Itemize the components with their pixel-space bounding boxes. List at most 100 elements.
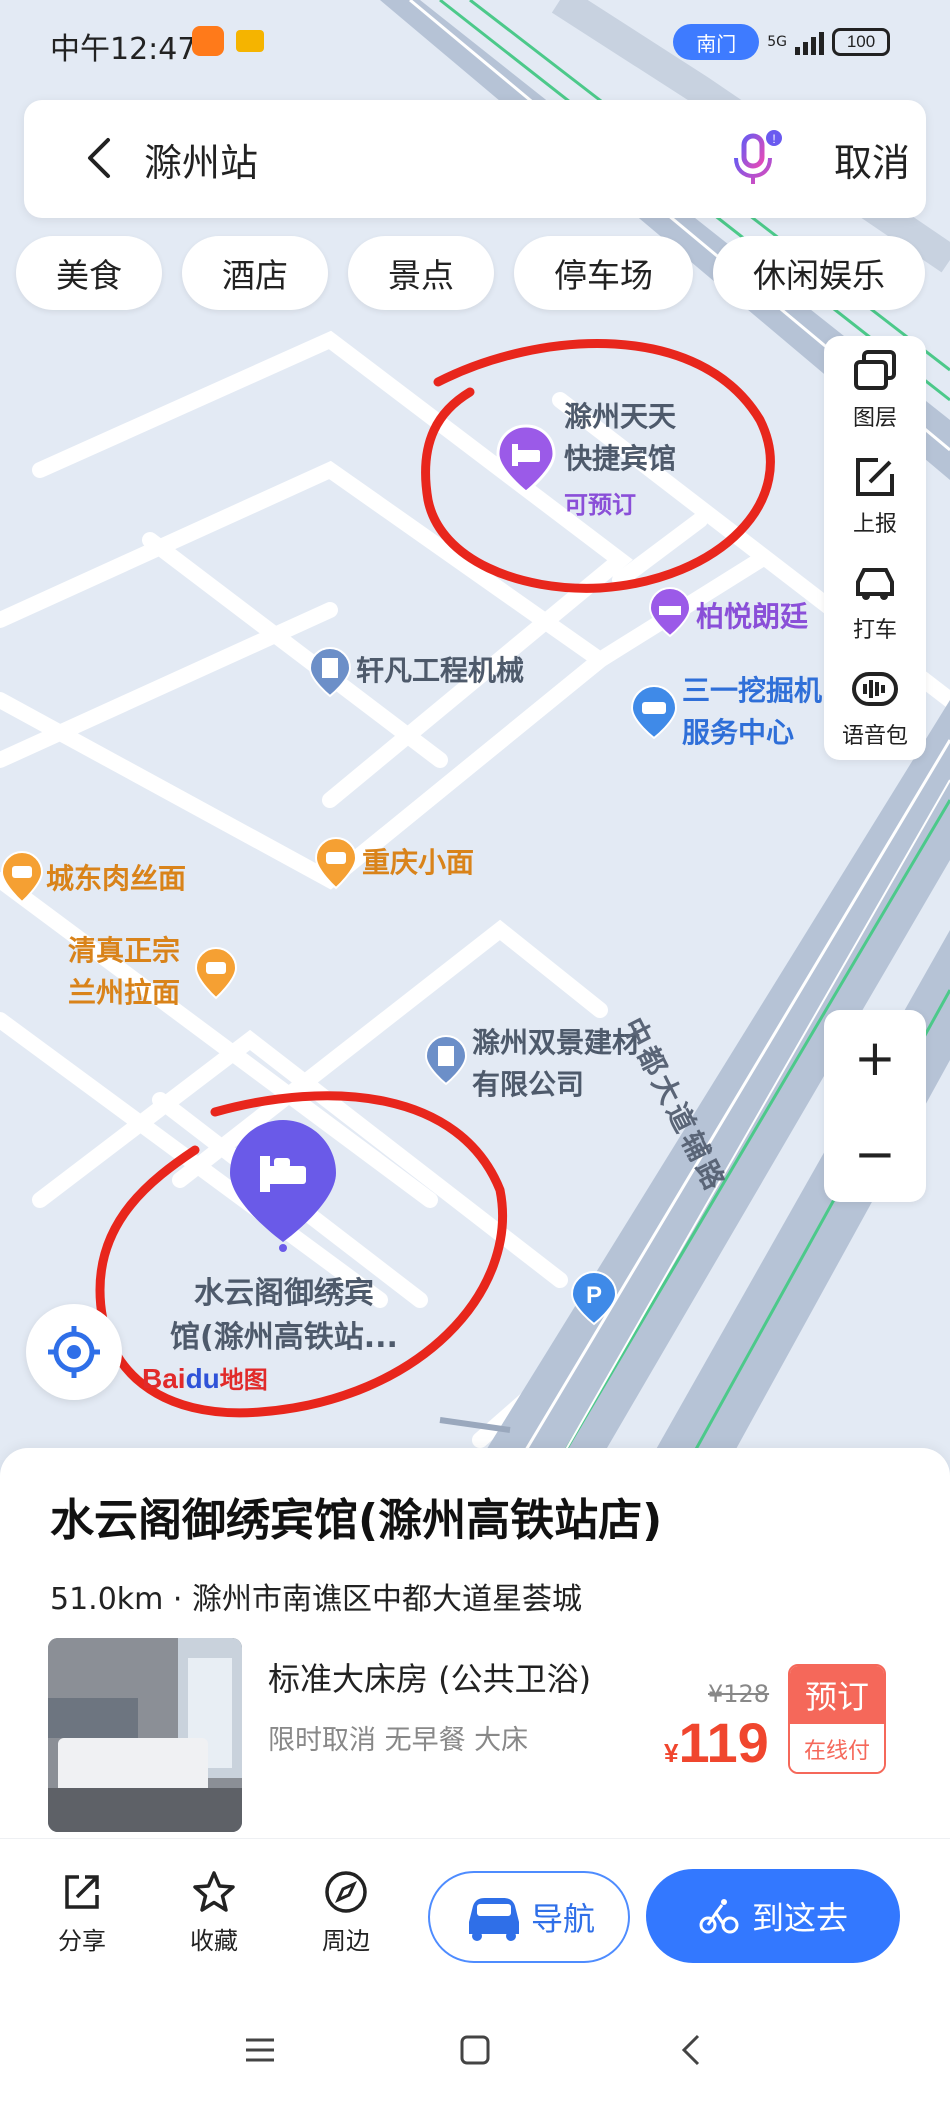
poi-xuanfan[interactable]: 轩凡工程机械 <box>356 650 524 692</box>
layers-label: 图层 <box>852 406 897 431</box>
poi-chongqing[interactable]: 重庆小面 <box>362 842 474 884</box>
zoom-in-button[interactable]: + <box>824 1010 926 1106</box>
currency-symbol: ¥ <box>664 1738 679 1768</box>
category-chip[interactable]: 停车场 <box>514 236 693 310</box>
logo-part: du <box>185 1363 220 1394</box>
poi-boyue[interactable]: 柏悦朗廷 <box>696 596 808 638</box>
hotel-pin-icon[interactable] <box>496 424 556 494</box>
cancel-button[interactable]: 取消 <box>834 132 910 187</box>
poi-shuangjing[interactable]: 滁州双景建材 有限公司 <box>472 1022 640 1106</box>
poi-line: 清真正宗 <box>68 934 181 967</box>
go-here-label: 到这去 <box>751 1899 848 1937</box>
star-icon <box>193 1871 235 1912</box>
navigate-button[interactable]: 导航 <box>428 1871 630 1963</box>
restaurant-pin-icon[interactable] <box>0 850 44 904</box>
status-time: 中午12:47 <box>50 32 197 67</box>
poi-line: 兰州拉面 <box>68 976 181 1009</box>
poi-line: 快捷宾馆 <box>564 442 677 475</box>
current-price: ¥119 <box>664 1710 769 1775</box>
hotel-pin-icon[interactable] <box>648 586 692 638</box>
category-chip[interactable]: 休闲娱乐 <box>713 236 925 310</box>
report-button[interactable]: 上报 <box>824 442 926 548</box>
favorite-label: 收藏 <box>190 1927 238 1955</box>
search-input[interactable]: 滁州站 <box>144 132 258 187</box>
signal-icon <box>795 29 824 55</box>
poi-lanzhou[interactable]: 清真正宗 兰州拉面 <box>68 930 180 1014</box>
search-bar[interactable]: 滁州站 ! 取消 <box>24 100 926 218</box>
map-view[interactable]: 滁州天天快捷宾馆 可预订 柏悦朗廷 轩凡工程机械 三一挖掘机服务中心 城东肉丝面… <box>0 0 950 1460</box>
poi-selected-hotel[interactable]: 水云阁御绣宾 馆(滁州高铁站... <box>164 1272 404 1360</box>
zoom-out-button[interactable]: − <box>824 1106 926 1202</box>
poi-line: 滁州天天 <box>564 400 677 433</box>
network-label: 5G <box>767 34 787 50</box>
back-arrow-icon[interactable] <box>80 136 120 180</box>
zoom-control: + − <box>824 1010 926 1202</box>
room-name[interactable]: 标准大床房 (公共卫浴) <box>268 1654 591 1700</box>
back-icon[interactable] <box>670 2028 714 2072</box>
map-tool-panel: 图层 上报 打车 语音包 <box>824 336 926 760</box>
locate-icon <box>48 1326 100 1378</box>
place-distance-address: 51.0km · 滁州市南谯区中都大道星荟城 <box>50 1582 583 1617</box>
company-pin-icon[interactable] <box>424 1034 468 1086</box>
home-icon[interactable] <box>453 2028 497 2072</box>
original-price: ¥128 <box>708 1680 770 1708</box>
voice-search-icon[interactable]: ! <box>724 126 788 190</box>
category-chip[interactable]: 美食 <box>16 236 162 310</box>
notification-app-icon <box>192 26 224 56</box>
system-navigation-bar <box>0 1988 950 2111</box>
nearby-button[interactable]: 周边 <box>296 1869 396 1956</box>
poi-line: 馆(滁州高铁站... <box>170 1320 398 1355</box>
logo-part: 地图 <box>219 1366 268 1394</box>
menu-icon[interactable] <box>238 2028 282 2072</box>
restaurant-pin-icon[interactable] <box>194 946 238 1000</box>
layers-icon <box>854 350 896 390</box>
car-icon <box>468 1898 519 1941</box>
category-chip[interactable]: 景点 <box>348 236 494 310</box>
poi-hotel-tiantian-name[interactable]: 滁州天天 快捷宾馆 <box>564 396 676 480</box>
company-pin-icon[interactable] <box>308 646 352 698</box>
bicycle-icon <box>699 1899 739 1934</box>
share-button[interactable]: 分享 <box>32 1869 132 1956</box>
place-card[interactable]: 水云阁御绣宾馆(滁州高铁站店) 51.0km · 滁州市南谯区中都大道星荟城 标… <box>0 1448 950 1848</box>
room-image <box>48 1638 242 1832</box>
poi-sany[interactable]: 三一挖掘机 服务中心 <box>682 670 822 754</box>
car-service-pin-icon[interactable] <box>630 684 678 740</box>
favorite-button[interactable]: 收藏 <box>164 1869 264 1956</box>
status-bar: 中午12:47 南门 5G 100 <box>0 0 950 86</box>
poi-line: 三一挖掘机 <box>682 674 823 707</box>
poi-line: 水云阁御绣宾 <box>194 1276 374 1311</box>
place-title[interactable]: 水云阁御绣宾馆(滁州高铁站店) <box>50 1484 662 1548</box>
locate-button[interactable] <box>26 1304 122 1400</box>
share-icon <box>65 1875 99 1909</box>
voice-pack-icon <box>852 672 898 706</box>
book-button[interactable]: 预订 在线付 <box>788 1664 886 1774</box>
room-photo[interactable] <box>48 1638 242 1832</box>
navigation-pill[interactable]: 南门 <box>673 24 760 60</box>
taxi-button[interactable]: 打车 <box>824 548 926 654</box>
edit-report-icon <box>856 458 894 496</box>
restaurant-pin-icon[interactable] <box>314 836 358 890</box>
logo-part: Bai <box>142 1363 186 1394</box>
report-label: 上报 <box>852 512 897 537</box>
voice-pack-label: 语音包 <box>841 724 908 749</box>
svg-text:!: ! <box>772 132 775 146</box>
poi-line: 有限公司 <box>472 1068 585 1101</box>
taxi-icon <box>856 568 894 600</box>
status-right: 南门 5G 100 <box>673 24 890 60</box>
action-bar: 分享 收藏 周边 导航 到这去 <box>0 1838 950 1988</box>
compass-icon <box>325 1871 367 1913</box>
nearby-label: 周边 <box>322 1927 370 1955</box>
go-here-button[interactable]: 到这去 <box>646 1869 900 1963</box>
category-chip[interactable]: 酒店 <box>182 236 328 310</box>
svg-text:P: P <box>586 1282 602 1309</box>
parking-pin-icon[interactable]: P <box>570 1270 618 1326</box>
room-tags: 限时取消 无早餐 大床 <box>268 1725 529 1756</box>
poi-bookable-tag: 可预订 <box>564 491 636 519</box>
baidu-map-logo: Baidu地图 <box>142 1360 268 1395</box>
selected-hotel-pin-icon[interactable] <box>228 1118 338 1252</box>
category-chips: 美食 酒店 景点 停车场 休闲娱乐 <box>16 236 925 310</box>
voice-pack-button[interactable]: 语音包 <box>824 654 926 760</box>
poi-chengdong[interactable]: 城东肉丝面 <box>46 858 186 900</box>
layers-button[interactable]: 图层 <box>824 336 926 442</box>
poi-line: 服务中心 <box>682 716 795 749</box>
